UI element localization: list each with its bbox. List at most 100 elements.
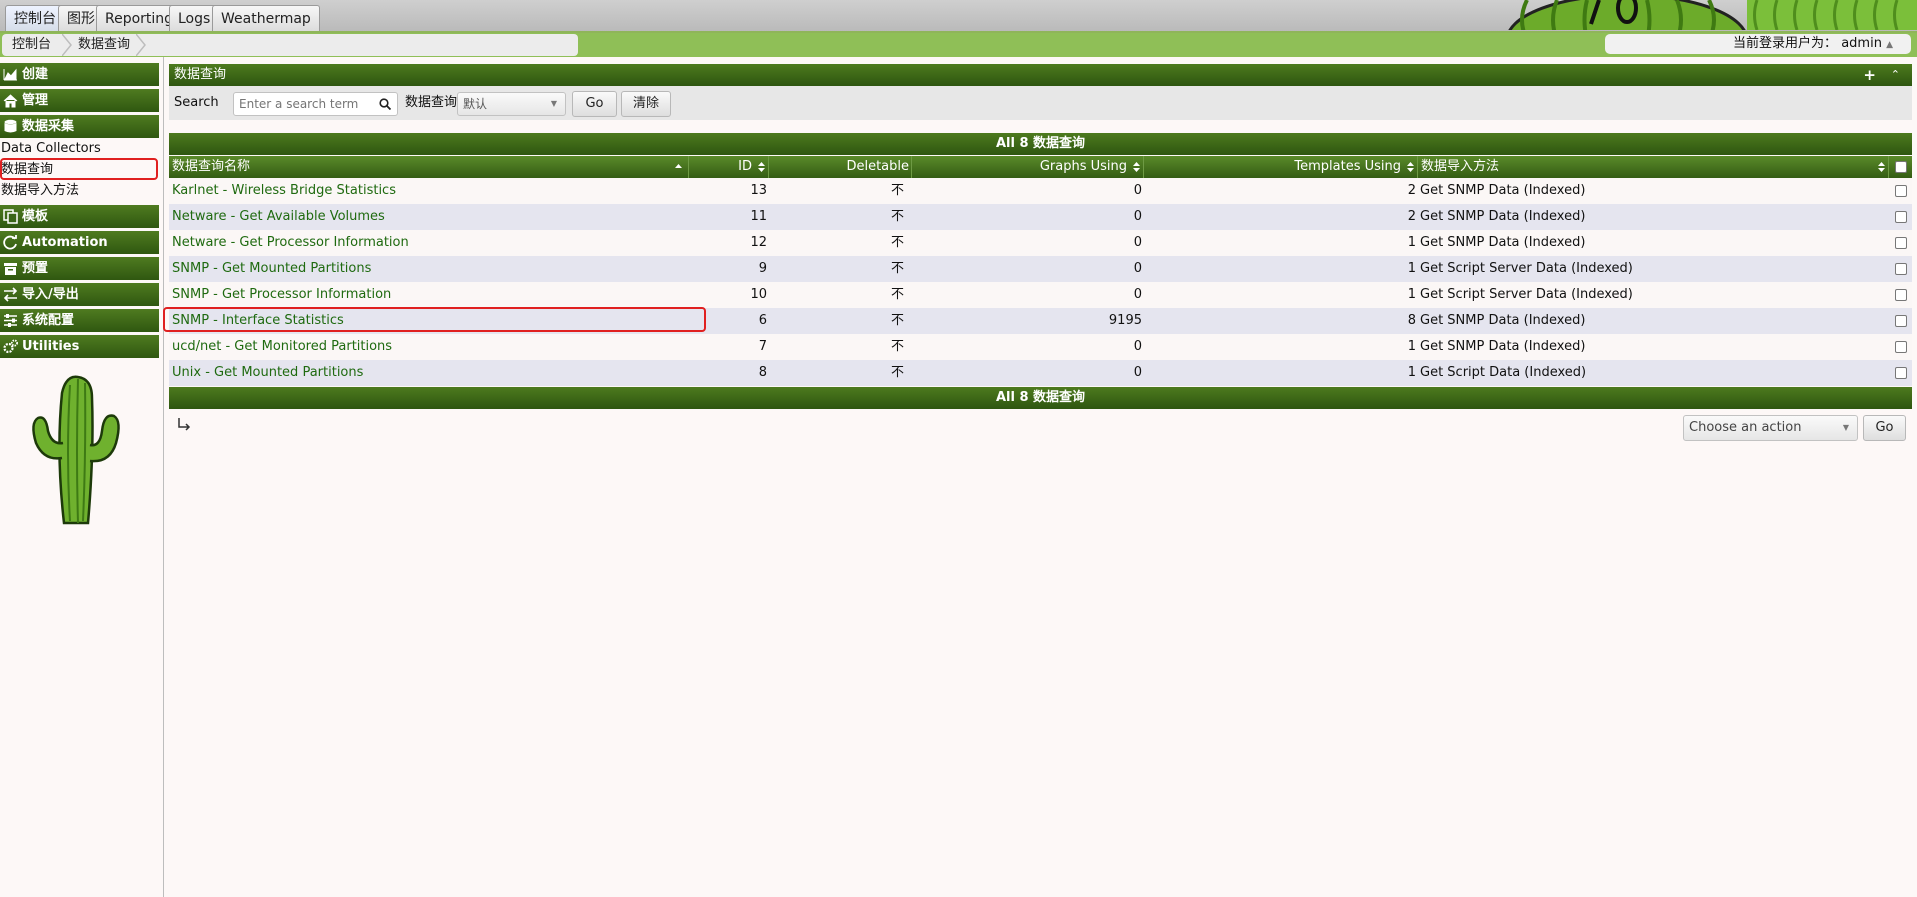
sidebar-label: 管理	[22, 93, 49, 108]
column-label: Templates Using	[1294, 159, 1401, 174]
sidebar-section-manage[interactable]: 管理	[0, 89, 159, 112]
sort-asc-icon	[675, 164, 682, 168]
cell-name[interactable]: SNMP - Get Mounted Partitions	[172, 256, 371, 282]
table-row[interactable]: Netware - Get Processor Information 12 不 0 1…	[169, 230, 1912, 256]
breadcrumb: 控制台 数据查询	[2, 34, 578, 56]
home-icon	[3, 94, 18, 108]
table-row[interactable]: ucd/net - Get Monitored Partitions 7 不 0 1 Ge…	[169, 334, 1912, 360]
sidebar-label: 预置	[22, 261, 49, 276]
cell-templates-using: 1	[1407, 235, 1416, 250]
cell-id: 9	[758, 261, 767, 276]
cogs-icon	[3, 339, 18, 354]
sort-icon	[1407, 162, 1414, 172]
column-header-name[interactable]: 数据查询名称	[169, 156, 689, 178]
cell-templates-using: 1	[1407, 261, 1416, 276]
summary-bottom: All 8 数据查询	[169, 387, 1912, 409]
row-checkbox[interactable]	[1895, 341, 1907, 353]
cell-name[interactable]: Netware - Get Available Volumes	[172, 204, 385, 230]
column-header-input-method[interactable]: 数据导入方法	[1418, 156, 1889, 178]
row-checkbox[interactable]	[1895, 211, 1907, 223]
table-row[interactable]: Netware - Get Available Volumes 11 不 0 2 Get …	[169, 204, 1912, 230]
cell-input-method: Get SNMP Data (Indexed)	[1420, 235, 1586, 250]
query-select[interactable]: 默认 ▼	[457, 92, 566, 116]
row-checkbox[interactable]	[1895, 237, 1907, 249]
tab-console[interactable]: 控制台	[5, 5, 65, 31]
table-header: 数据查询名称 ID Deletable Graphs Using Templat…	[169, 156, 1912, 178]
row-checkbox[interactable]	[1895, 289, 1907, 301]
row-checkbox[interactable]	[1895, 263, 1907, 275]
cell-templates-using: 2	[1407, 209, 1416, 224]
sidebar-section-data-collection[interactable]: 数据采集	[0, 115, 159, 138]
table-row[interactable]: Karlnet - Wireless Bridge Statistics 13 不 0…	[169, 178, 1912, 204]
cell-templates-using: 1	[1407, 365, 1416, 380]
sidebar-section-templates[interactable]: 模板	[0, 205, 159, 228]
row-checkbox[interactable]	[1895, 315, 1907, 327]
cactus-logo	[32, 375, 120, 525]
sidebar: 创建 管理 数据采集 Data Collectors 数据查询 数据导入方法 模…	[0, 57, 164, 897]
table-row[interactable]: Unix - Get Mounted Partitions 8 不 0 1 Get Scr…	[169, 360, 1912, 386]
action-select[interactable]: Choose an action ▼	[1683, 415, 1858, 441]
collapse-icon[interactable]: ⌃	[1891, 64, 1900, 86]
cell-name[interactable]: SNMP - Get Processor Information	[172, 282, 391, 308]
summary-top: All 8 数据查询	[169, 133, 1912, 155]
cell-id: 12	[750, 235, 767, 250]
table-row[interactable]: SNMP - Get Mounted Partitions 9 不 0 1 Get Scr…	[169, 256, 1912, 282]
row-checkbox[interactable]	[1895, 367, 1907, 379]
select-all-checkbox[interactable]	[1895, 161, 1907, 173]
sidebar-label: Automation	[22, 235, 108, 250]
user-name[interactable]: admin	[1841, 36, 1882, 51]
sidebar-label: 创建	[22, 67, 49, 82]
action-go-button[interactable]: Go	[1863, 415, 1906, 441]
column-header-graphs-using[interactable]: Graphs Using	[912, 156, 1144, 178]
column-label: Deletable	[846, 159, 909, 174]
sidebar-section-import-export[interactable]: 导入/导出	[0, 283, 159, 306]
cell-name[interactable]: ucd/net - Get Monitored Partitions	[172, 334, 392, 360]
clear-button[interactable]: 清除	[621, 91, 671, 117]
column-header-id[interactable]: ID	[689, 156, 769, 178]
tab-weathermap[interactable]: Weathermap	[212, 5, 320, 31]
sidebar-item-data-input-methods[interactable]: 数据导入方法	[1, 181, 79, 200]
go-button[interactable]: Go	[572, 91, 617, 117]
cell-name[interactable]: Karlnet - Wireless Bridge Statistics	[172, 178, 396, 204]
user-info[interactable]: 当前登录用户为： admin ▲	[1605, 34, 1911, 54]
refresh-icon	[3, 235, 17, 250]
cell-deletable: 不	[890, 339, 904, 354]
add-icon[interactable]: +	[1863, 64, 1876, 86]
breadcrumb-console[interactable]: 控制台	[12, 34, 51, 56]
sidebar-label: 模板	[22, 209, 49, 224]
search-input[interactable]	[234, 93, 369, 115]
cell-graphs-using: 0	[1133, 339, 1142, 354]
copy-icon	[3, 209, 18, 224]
cell-templates-using: 1	[1407, 287, 1416, 302]
breadcrumb-separator-icon	[136, 34, 146, 56]
column-label: ID	[738, 159, 752, 174]
search-label: Search	[174, 95, 219, 110]
cell-id: 11	[750, 209, 767, 224]
sidebar-section-automation[interactable]: Automation	[0, 231, 159, 254]
cell-input-method: Get Script Data (Indexed)	[1420, 365, 1587, 380]
cell-graphs-using: 0	[1133, 209, 1142, 224]
table-row[interactable]: SNMP - Get Processor Information 10 不 0 1 Get…	[169, 282, 1912, 308]
cell-id: 8	[758, 365, 767, 380]
sidebar-section-system-config[interactable]: 系统配置	[0, 309, 159, 332]
sidebar-section-create[interactable]: 创建	[0, 63, 159, 86]
sidebar-section-utilities[interactable]: Utilities	[0, 335, 159, 358]
chevron-down-icon: ▼	[1842, 423, 1849, 432]
search-box[interactable]	[233, 92, 398, 116]
column-header-templates-using[interactable]: Templates Using	[1144, 156, 1418, 178]
cell-name[interactable]: Netware - Get Processor Information	[172, 230, 409, 256]
search-icon[interactable]	[379, 98, 391, 110]
breadcrumb-separator-icon	[62, 34, 72, 56]
sort-icon	[1133, 162, 1140, 172]
column-header-select-all	[1889, 156, 1912, 178]
sidebar-section-presets[interactable]: 预置	[0, 257, 159, 280]
sort-icon	[758, 162, 765, 172]
cell-deletable: 不	[890, 261, 904, 276]
sidebar-item-data-collectors[interactable]: Data Collectors	[1, 139, 101, 158]
breadcrumb-data-queries[interactable]: 数据查询	[78, 34, 130, 56]
row-checkbox[interactable]	[1895, 185, 1907, 197]
cell-templates-using: 8	[1407, 313, 1416, 328]
cell-name[interactable]: Unix - Get Mounted Partitions	[172, 360, 363, 386]
sidebar-label: 系统配置	[22, 313, 75, 328]
top-nav-bar: 控制台 图形 Reporting Logs Weathermap	[0, 0, 1917, 33]
